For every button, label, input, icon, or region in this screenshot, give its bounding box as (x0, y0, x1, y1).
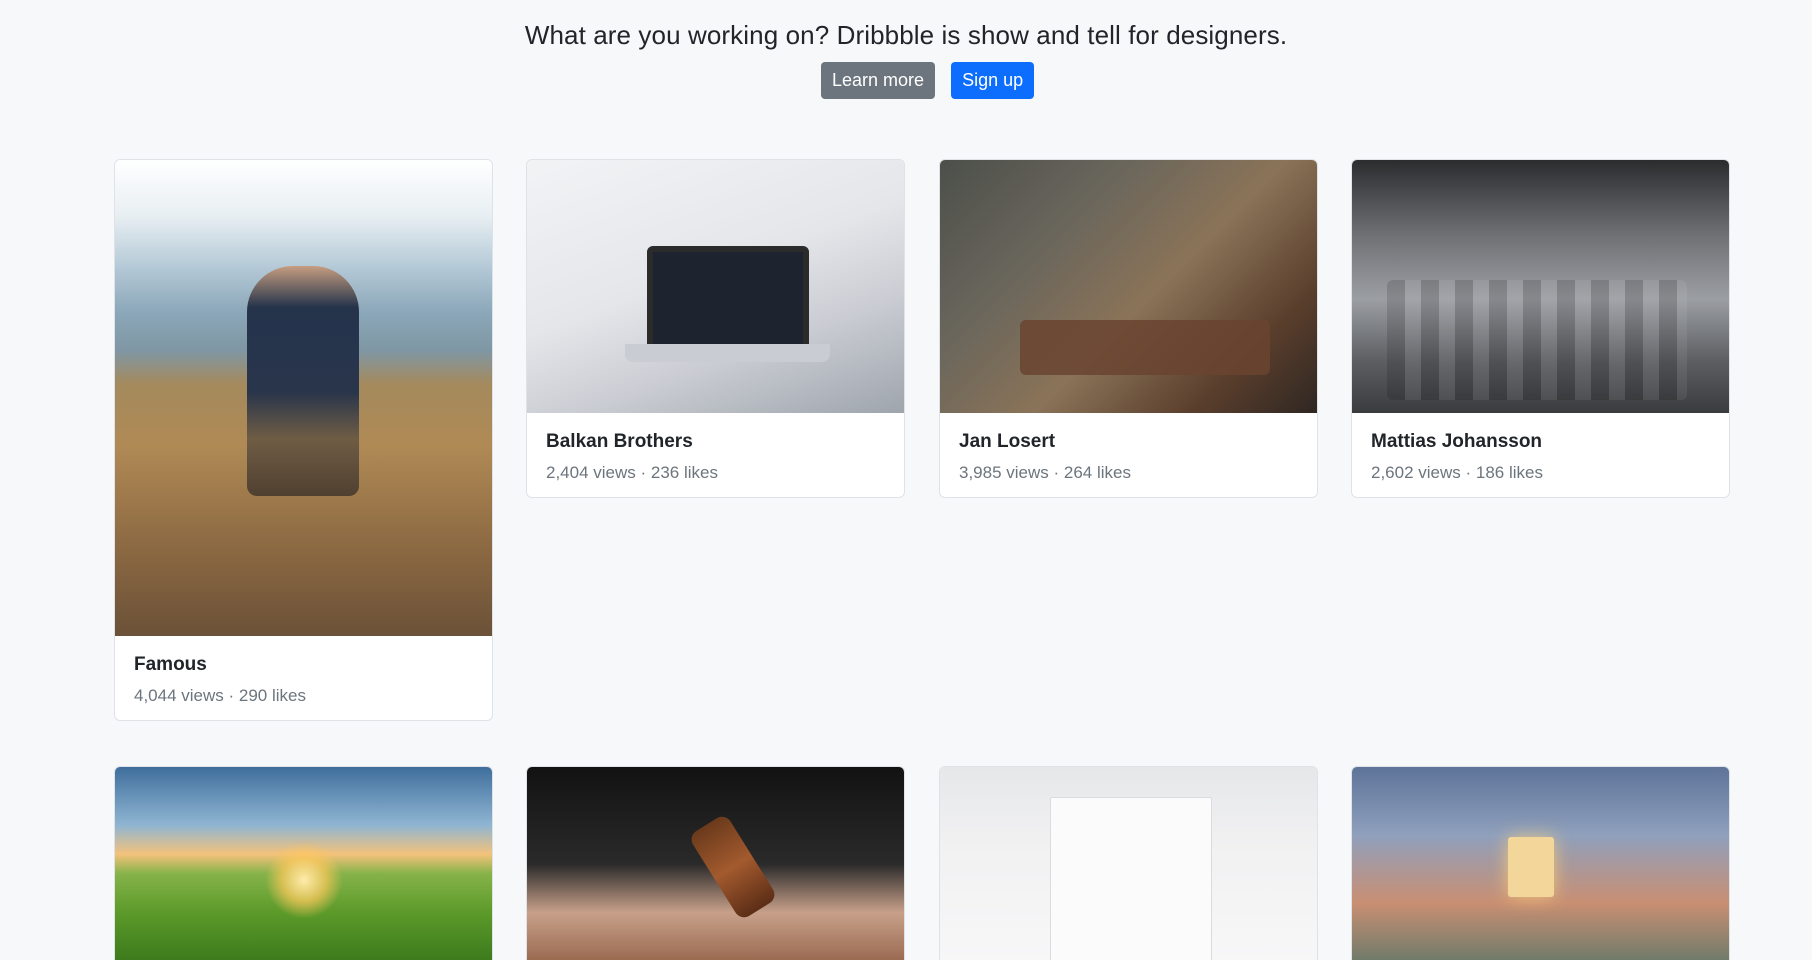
shot-stats: 3,985 views · 264 likes (959, 463, 1131, 482)
shot-image[interactable] (527, 767, 904, 960)
shot-card-body: Mattias Johansson 2,602 views · 186 like… (1352, 413, 1729, 497)
shot-card[interactable]: Jan Losert 3,985 views · 264 likes (939, 159, 1318, 498)
shot-card[interactable] (939, 766, 1318, 960)
sign-up-button[interactable]: Sign up (951, 62, 1035, 99)
door-illustration (1050, 797, 1212, 960)
shot-title[interactable]: Balkan Brothers (546, 431, 885, 453)
laptop-illustration (647, 246, 809, 353)
shot-title[interactable]: Jan Losert (959, 431, 1298, 453)
sunset-illustration (265, 841, 343, 919)
dropper-bottle-illustration (687, 812, 779, 922)
hero-buttons: Learn more Sign up (821, 62, 1035, 99)
shot-card-body: Balkan Brothers 2,404 views · 236 likes (527, 413, 904, 497)
shot-stats: 2,602 views · 186 likes (1371, 463, 1543, 482)
shot-stats: 2,404 views · 236 likes (546, 463, 718, 482)
hero-headline: What are you working on? Dribbble is sho… (524, 20, 1288, 50)
shot-image[interactable] (115, 160, 492, 636)
shot-stats: 4,044 views · 290 likes (134, 686, 306, 705)
shot-card-body: Famous 4,044 views · 290 likes (115, 636, 492, 720)
shot-card-body: Jan Losert 3,985 views · 264 likes (940, 413, 1317, 497)
shot-card[interactable]: Balkan Brothers 2,404 views · 236 likes (526, 159, 905, 498)
office-desks-illustration (1387, 280, 1687, 400)
shot-card[interactable] (526, 766, 905, 960)
house-window-illustration (1508, 837, 1554, 897)
shot-image[interactable] (115, 767, 492, 960)
learn-more-button[interactable]: Learn more (821, 62, 936, 99)
shot-image[interactable] (1352, 767, 1729, 960)
shot-card[interactable] (114, 766, 493, 960)
person-in-field-illustration (247, 266, 359, 496)
laptop-base-illustration (625, 344, 830, 362)
shot-image[interactable] (940, 767, 1317, 960)
table-illustration (1020, 320, 1270, 375)
shot-card[interactable]: Famous 4,044 views · 290 likes (114, 159, 493, 721)
shot-image[interactable] (940, 160, 1317, 413)
shot-title[interactable]: Mattias Johansson (1371, 431, 1710, 453)
shot-card[interactable]: Mattias Johansson 2,602 views · 186 like… (1351, 159, 1730, 498)
shot-image[interactable] (527, 160, 904, 413)
shot-title[interactable]: Famous (134, 654, 473, 676)
shot-image[interactable] (1352, 160, 1729, 413)
shot-card[interactable] (1351, 766, 1730, 960)
